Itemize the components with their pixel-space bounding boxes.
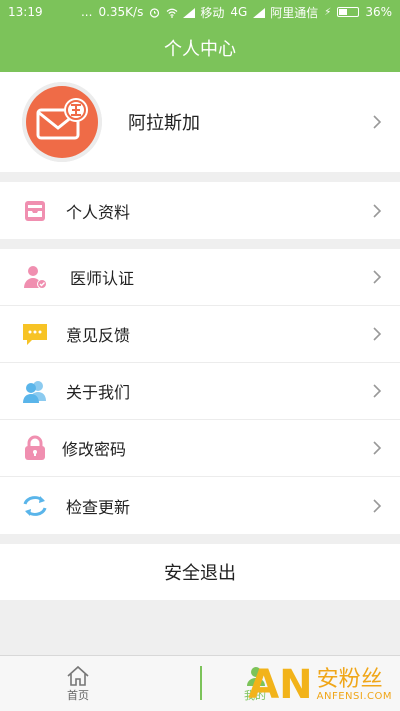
chevron-right-icon [373, 384, 382, 398]
chevron-right-icon [373, 441, 382, 455]
tab-divider [200, 666, 202, 700]
chevron-right-icon [373, 327, 382, 341]
watermark-letters: AN [248, 662, 313, 708]
status-carrier1: 移动 [200, 5, 225, 20]
app-bar: 个人中心 [0, 24, 400, 72]
inbox-icon [22, 198, 48, 224]
menu-item-profile-info[interactable]: 个人资料 [0, 182, 400, 239]
mail-logo-avatar-icon [22, 82, 102, 162]
status-carrier2: 阿里通信 [270, 5, 319, 20]
battery-icon [337, 7, 360, 17]
profile-name: 阿拉斯加 [128, 113, 200, 134]
users-icon [22, 378, 48, 404]
menu-label: 检查更新 [66, 497, 131, 517]
status-speed: 0.35K/s [98, 5, 144, 19]
menu-group-1: 个人资料 [0, 182, 400, 239]
watermark-en: ANFENSI.COM [316, 690, 392, 702]
wifi-icon [166, 7, 178, 18]
menu-item-doctor-verify[interactable]: 医师认证 [0, 249, 400, 306]
menu-item-feedback[interactable]: 意见反馈 [0, 306, 400, 363]
status-right: ... 0.35K/s 移动 4G 阿里通信 ⚡ 36% [81, 4, 392, 21]
chevron-right-icon [373, 203, 382, 218]
chevron-right-icon [373, 270, 382, 284]
chevron-right-icon [373, 498, 382, 513]
menu-item-about-us[interactable]: 关于我们 [0, 363, 400, 420]
battery-fill [339, 9, 347, 15]
signal-icon-2 [253, 7, 266, 18]
status-bar: 13:19 ... 0.35K/s 移动 4G 阿里通信 ⚡ 36% [0, 0, 400, 24]
watermark-cn: 安粉丝 [316, 666, 383, 692]
status-battery: 36% [365, 5, 392, 19]
chat-bubble-icon [22, 321, 48, 347]
alarm-icon [149, 7, 160, 18]
user-check-icon [22, 264, 48, 290]
page-title: 个人中心 [164, 39, 236, 60]
refresh-icon [22, 493, 48, 519]
menu-label: 个人资料 [66, 202, 131, 222]
lock-icon [22, 435, 48, 461]
menu-item-check-update[interactable]: 检查更新 [0, 477, 400, 534]
gap [0, 239, 400, 249]
bottom-tab-bar: 首页 我的 AN 安粉丝 ANFENSI.COM [0, 655, 400, 711]
tab-home[interactable]: 首页 [0, 656, 156, 711]
logout-button[interactable]: 安全退出 [0, 544, 400, 600]
logout-label: 安全退出 [164, 563, 236, 584]
menu-label: 修改密码 [62, 440, 127, 459]
menu-label: 关于我们 [66, 383, 131, 402]
signal-icon [183, 7, 196, 18]
charging-icon: ⚡ [324, 6, 332, 18]
gap [0, 172, 400, 182]
avatar[interactable] [22, 82, 102, 162]
menu-label: 意见反馈 [66, 326, 131, 345]
home-icon [67, 665, 89, 686]
watermark-logo: AN 安粉丝 ANFENSI.COM [248, 665, 392, 705]
menu-item-change-password[interactable]: 修改密码 [0, 420, 400, 477]
status-dots: ... [80, 5, 93, 19]
status-time: 13:19 [8, 5, 43, 19]
menu-group-2: 医师认证 意见反馈 关于我们 修改密码 检查更新 [0, 249, 400, 534]
chevron-right-icon [373, 115, 382, 129]
status-network: 4G [230, 5, 248, 19]
profile-row[interactable]: 阿拉斯加 [0, 72, 400, 172]
tab-home-label: 首页 [67, 688, 89, 702]
menu-label: 医师认证 [70, 269, 135, 288]
